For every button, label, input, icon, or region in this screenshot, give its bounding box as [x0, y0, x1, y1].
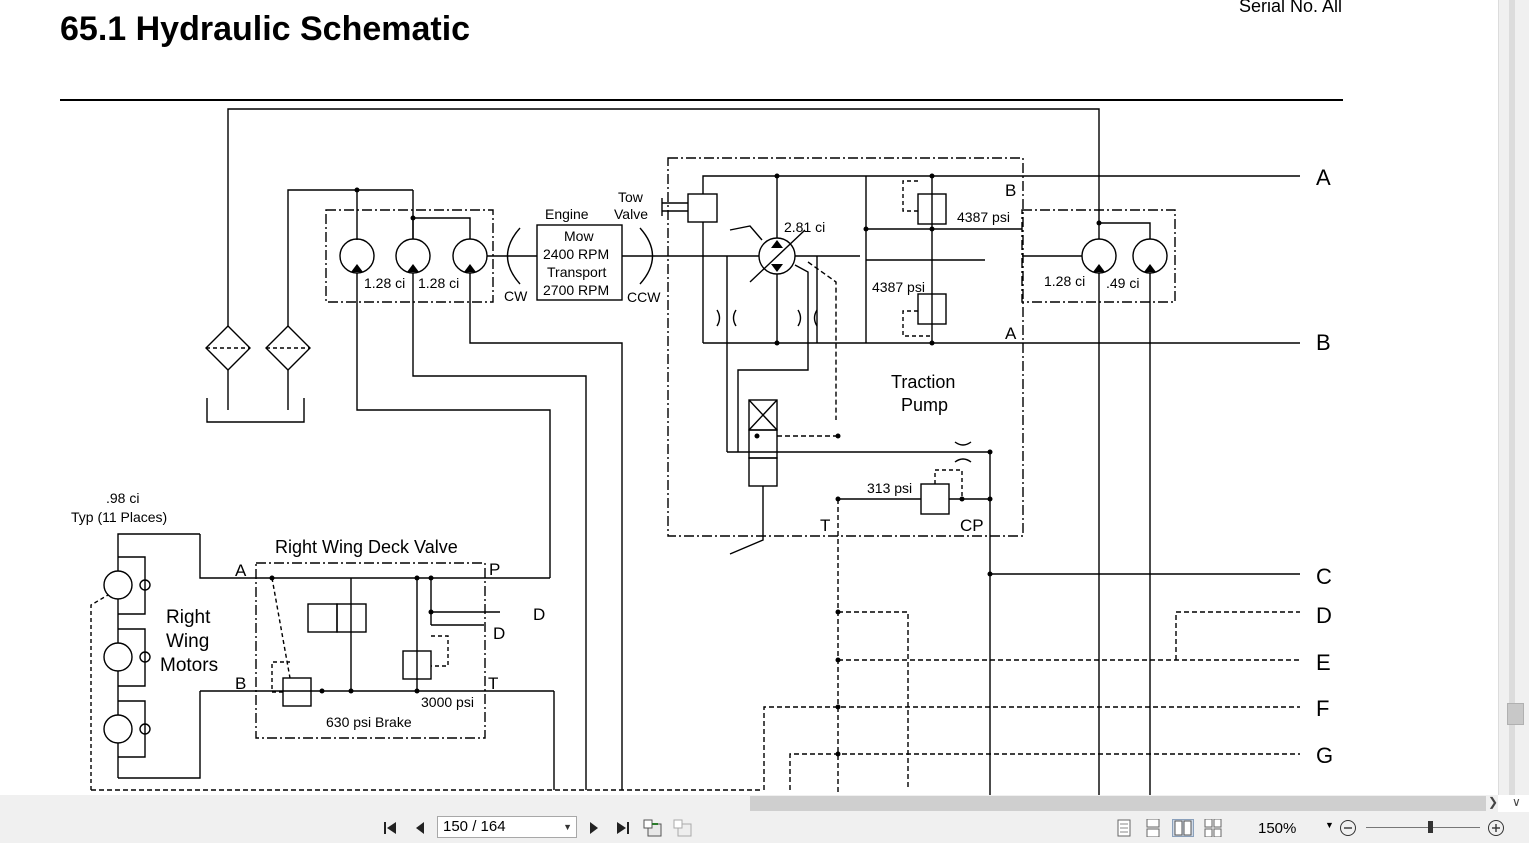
relief-pressure: 4387 psi [957, 209, 1010, 225]
first-page-icon[interactable] [380, 819, 402, 837]
horizontal-scrollbar[interactable]: ❯ [0, 795, 1498, 812]
relief-pressure: 4387 psi [872, 279, 925, 295]
traction-pump-label: Pump [901, 395, 948, 415]
zoom-level[interactable]: 150% [1258, 820, 1296, 837]
engine-transport-rpm: 2700 RPM [543, 282, 609, 298]
vertical-scroll-thumb[interactable] [1507, 703, 1524, 725]
document-view: 65.1 Hydraulic Schematic Serial No. All [0, 0, 1498, 795]
port-label-d: D [1316, 603, 1332, 628]
port-label-g: G [1316, 743, 1333, 768]
motor-displacement: .98 ci [106, 490, 139, 506]
engine-mow-rpm: 2400 RPM [543, 246, 609, 262]
page-dropdown-icon[interactable]: ▼ [563, 817, 572, 837]
zoom-dropdown-icon[interactable]: ▼ [1325, 820, 1334, 830]
cw-label: CW [504, 288, 528, 304]
vertical-scrollbar[interactable] [1498, 0, 1529, 795]
port-label-c: C [1316, 564, 1332, 589]
wing-motors-label: Right [166, 607, 211, 628]
last-page-icon[interactable] [611, 819, 633, 837]
pump-displacement: 1.28 ci [364, 275, 405, 291]
zoom-out-icon[interactable] [1337, 819, 1359, 837]
deck-port-t: T [488, 674, 498, 693]
engine-label: Engine [545, 206, 589, 222]
traction-port-b: B [1005, 181, 1016, 200]
wing-motors-label: Wing [166, 631, 209, 652]
port-label-e: E [1316, 650, 1331, 675]
hydraulic-schematic: A B C D E F G Engine Mow 2400 RPM Transp… [60, 99, 1343, 795]
vertical-scroll-track[interactable] [1509, 0, 1515, 795]
wing-motors-label: Motors [160, 655, 218, 676]
previous-view-icon[interactable] [642, 819, 664, 837]
port-label-b: B [1316, 330, 1331, 355]
navigation-toolbar: 150 / 164 ▼ 150% ▼ [0, 812, 1529, 843]
motor-places: Typ (11 Places) [71, 509, 167, 525]
next-page-icon[interactable] [583, 819, 605, 837]
page-number-field[interactable]: 150 / 164 ▼ [437, 816, 577, 838]
deck-port-a: A [235, 561, 247, 580]
brake-pressure: 630 psi Brake [326, 714, 412, 730]
deck-valve-label: Right Wing Deck Valve [275, 537, 458, 557]
engine-transport: Transport [547, 264, 607, 280]
ccw-label: CCW [627, 289, 661, 305]
horizontal-scroll-thumb[interactable] [750, 796, 1486, 811]
traction-pump-label: Traction [891, 372, 955, 392]
charge-relief-pressure: 313 psi [867, 480, 912, 496]
traction-port-a: A [1005, 324, 1017, 343]
continuous-facing-icon[interactable] [1202, 819, 1224, 837]
tow-valve-label: Valve [614, 206, 648, 222]
next-view-icon[interactable] [672, 819, 694, 837]
pump-displacement: 1.28 ci [418, 275, 459, 291]
engine-mow: Mow [564, 228, 594, 244]
facing-icon[interactable] [1172, 819, 1194, 837]
previous-page-icon[interactable] [409, 819, 431, 837]
deck-port-d: D [493, 624, 505, 643]
zoom-slider-thumb[interactable] [1428, 821, 1433, 833]
scroll-down-icon[interactable]: ∨ [1512, 795, 1521, 809]
page-number-value: 150 / 164 [443, 818, 506, 835]
zoom-slider-track[interactable] [1366, 827, 1480, 828]
deck-relief-pressure: 3000 psi [421, 694, 474, 710]
port-label-f: F [1316, 696, 1329, 721]
traction-port-cp: CP [960, 516, 984, 535]
deck-port-d: D [533, 605, 545, 624]
deck-port-p: P [489, 560, 500, 579]
scroll-right-icon[interactable]: ❯ [1488, 795, 1498, 809]
port-label-a: A [1316, 165, 1331, 190]
tow-valve-label: Tow [618, 189, 644, 205]
traction-pump-displacement: 2.81 ci [784, 219, 825, 235]
zoom-in-icon[interactable] [1485, 819, 1507, 837]
deck-port-b: B [235, 674, 246, 693]
pump-displacement: .49 ci [1106, 275, 1139, 291]
single-page-icon[interactable] [1113, 819, 1135, 837]
pump-displacement: 1.28 ci [1044, 273, 1085, 289]
continuous-icon[interactable] [1142, 819, 1164, 837]
traction-port-t: T [820, 516, 830, 535]
